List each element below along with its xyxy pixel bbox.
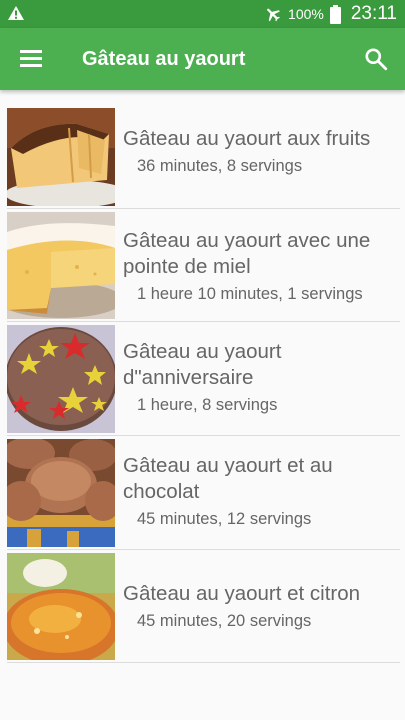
list-item[interactable]: Gâteau au yaourt et citron 45 minutes, 2… — [7, 550, 400, 663]
sponge-cake-photo — [7, 212, 115, 319]
clock: 23:11 — [350, 3, 397, 24]
warning-icon — [8, 6, 24, 20]
recipe-meta: 1 heure, 8 servings — [137, 396, 278, 414]
page-title: Gâteau au yaourt — [82, 48, 246, 70]
recipe-title: Gâteau au yaourt aux fruits — [123, 127, 371, 150]
chocolate-muffins-photo — [7, 439, 115, 547]
airplane-mode-icon — [267, 8, 280, 22]
list-item[interactable]: Gâteau au yaourt d"anniversaire 1 heure,… — [7, 322, 400, 436]
recipe-title: Gâteau au yaourt et citron — [123, 582, 361, 605]
status-bar: 100% 23:11 — [0, 0, 405, 28]
recipe-meta: 1 heure 10 minutes, 1 servings — [137, 285, 363, 303]
star-cake-photo — [7, 325, 115, 433]
search-icon[interactable] — [363, 45, 389, 73]
recipe-meta: 45 minutes, 12 servings — [137, 510, 312, 528]
recipe-title: Gâteau au yaourt avec une pointe de miel — [123, 229, 371, 278]
loaf-cake-photo — [7, 108, 115, 206]
battery-icon — [329, 4, 341, 24]
app-bar: Gâteau au yaourt — [0, 28, 405, 90]
recipe-list: Gâteau au yaourt aux fruits 36 minutes, … — [7, 105, 400, 663]
list-item[interactable]: Gâteau au yaourt avec une pointe de miel… — [7, 209, 400, 322]
list-item[interactable]: Gâteau au yaourt aux fruits 36 minutes, … — [7, 105, 400, 209]
battery-percent: 100% — [288, 6, 324, 22]
recipe-title: Gâteau au yaourt d"anniversaire — [123, 340, 282, 389]
list-item[interactable]: Gâteau au yaourt et au chocolat 45 minut… — [7, 436, 400, 550]
recipe-title: Gâteau au yaourt et au chocolat — [123, 454, 333, 503]
lemon-cake-photo — [7, 553, 115, 660]
recipe-meta: 45 minutes, 20 servings — [137, 612, 312, 630]
menu-icon[interactable] — [20, 48, 44, 70]
recipe-meta: 36 minutes, 8 servings — [137, 157, 303, 175]
